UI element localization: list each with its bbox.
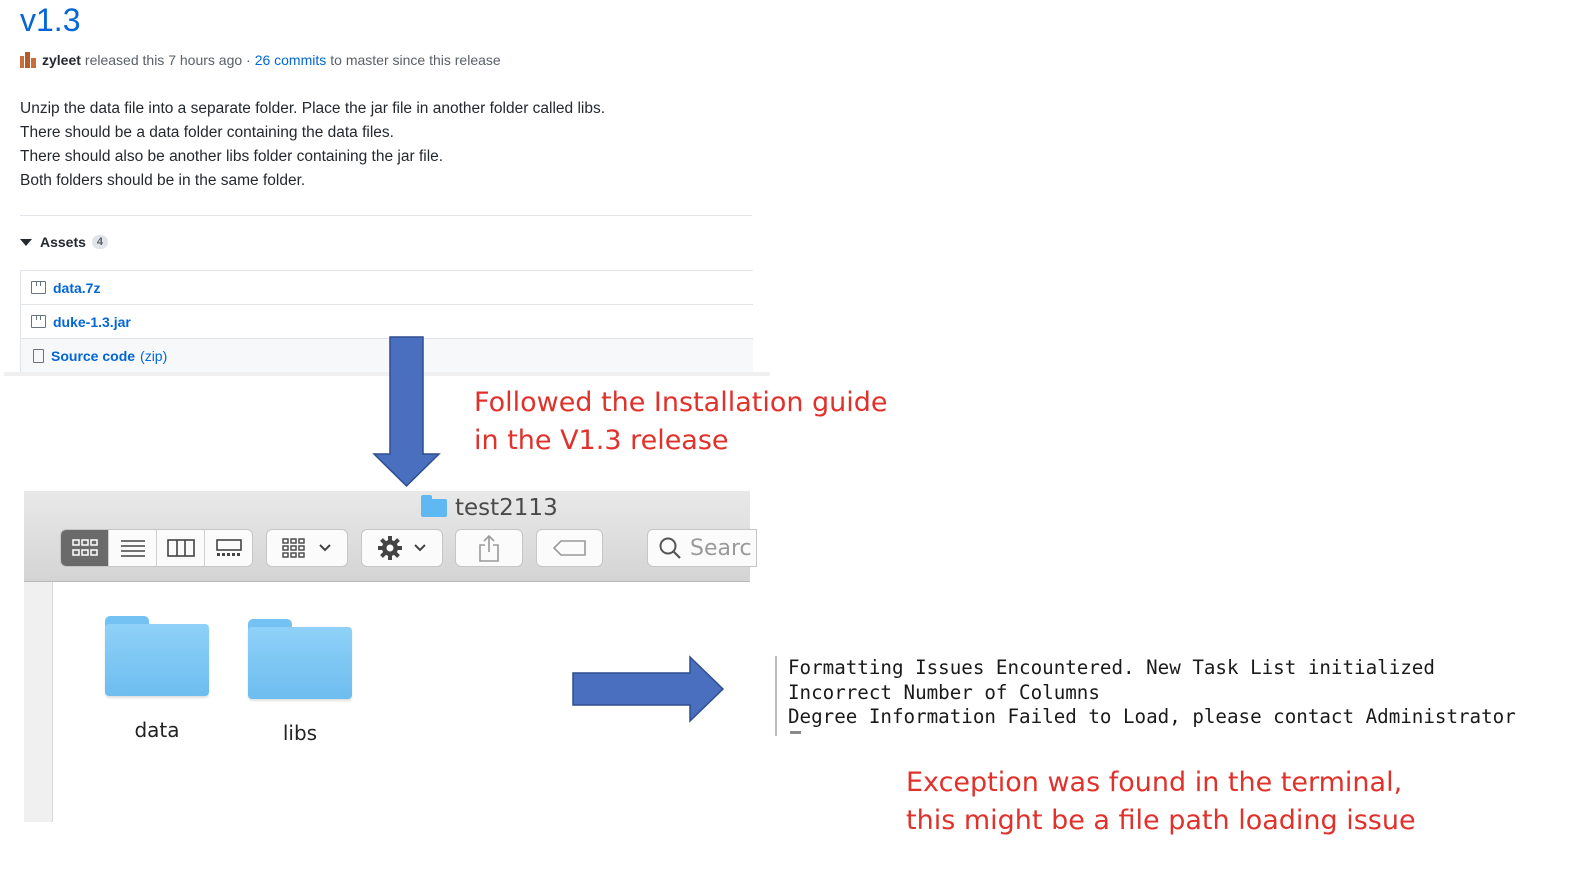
commits-link[interactable]: 26 commits xyxy=(255,52,327,68)
tag-icon xyxy=(552,540,586,556)
assets-count-badge: 4 xyxy=(91,235,109,249)
asset-suffix[interactable]: (zip) xyxy=(140,348,167,364)
folder-icon xyxy=(248,619,352,699)
release-panel: v1.3 zyleet released this 7 hours ago · … xyxy=(0,0,770,380)
gallery-view-button[interactable] xyxy=(205,530,252,566)
group-icon xyxy=(282,538,305,558)
commits-suffix: to master since this release xyxy=(330,52,501,68)
folder-icon xyxy=(105,616,209,696)
terminal-line: Incorrect Number of Columns xyxy=(788,680,1100,704)
folder-icon xyxy=(421,495,447,517)
search-icon xyxy=(659,537,681,559)
annotation-line: in the V1.3 release xyxy=(474,425,729,456)
window-title: test2113 xyxy=(421,495,558,521)
folder-item-libs[interactable]: libs xyxy=(248,619,352,745)
window-title-text: test2113 xyxy=(455,495,558,521)
list-view-button[interactable] xyxy=(109,530,157,566)
folder-label: libs xyxy=(282,721,318,745)
columns-icon xyxy=(166,539,195,557)
icon-view-button[interactable] xyxy=(61,530,109,566)
asset-link-source-code[interactable]: Source code xyxy=(51,348,135,364)
gallery-icon xyxy=(215,539,242,556)
assets-label: Assets xyxy=(40,234,86,250)
asset-link-duke-jar[interactable]: duke-1.3.jar xyxy=(53,314,131,330)
action-button[interactable] xyxy=(361,529,443,567)
package-icon xyxy=(31,315,46,328)
list-icon xyxy=(120,540,145,557)
asset-row: duke-1.3.jar xyxy=(21,305,753,339)
right-arrow-icon xyxy=(572,655,725,723)
asset-row: data.7z xyxy=(21,271,753,305)
release-meta: zyleet released this 7 hours ago · 26 co… xyxy=(20,52,501,68)
terminal-cursor xyxy=(790,731,801,734)
tags-button[interactable] xyxy=(536,529,603,567)
author-name[interactable]: zyleet xyxy=(42,52,81,68)
description-line: Unzip the data file into a separate fold… xyxy=(20,100,606,117)
chevron-down-icon xyxy=(319,544,331,552)
group-button[interactable] xyxy=(266,529,348,567)
search-field[interactable]: Searc xyxy=(647,529,757,567)
divider xyxy=(20,215,752,216)
description-line: There should be a data folder containing… xyxy=(20,124,394,141)
annotation-line: Followed the Installation guide xyxy=(474,387,888,418)
folder-item-data[interactable]: data xyxy=(105,616,209,742)
release-description: Unzip the data file into a separate fold… xyxy=(20,97,605,193)
gear-icon xyxy=(378,536,402,560)
finder-sidebar xyxy=(24,582,53,822)
description-line: Both folders should be in the same folde… xyxy=(20,172,306,189)
terminal-line: Degree Information Failed to Load, pleas… xyxy=(788,705,1516,728)
install-annotation: Followed the Installation guide in the V… xyxy=(474,384,888,460)
released-text: released this 7 hours ago · xyxy=(84,52,251,68)
view-mode-control xyxy=(60,529,253,567)
search-placeholder: Searc xyxy=(690,535,752,561)
folder-label: data xyxy=(134,718,180,742)
chevron-down-icon xyxy=(414,544,426,552)
share-icon xyxy=(479,534,499,562)
down-arrow-icon xyxy=(372,336,441,488)
release-title[interactable]: v1.3 xyxy=(20,2,80,39)
file-zip-icon xyxy=(33,348,44,363)
exception-annotation: Exception was found in the terminal, thi… xyxy=(906,764,1416,840)
annotation-line: Exception was found in the terminal, xyxy=(906,767,1403,798)
terminal-line: Formatting Issues Encountered. New Task … xyxy=(788,656,1435,679)
share-button[interactable] xyxy=(455,529,523,567)
column-view-button[interactable] xyxy=(157,530,205,566)
terminal-output: Formatting Issues Encountered. New Task … xyxy=(775,656,1594,736)
grid-icon xyxy=(71,539,98,556)
package-icon xyxy=(31,281,46,294)
asset-link-data-7z[interactable]: data.7z xyxy=(53,280,100,296)
annotation-line: this might be a file path loading issue xyxy=(906,805,1416,836)
author-avatar[interactable] xyxy=(20,52,36,68)
finder-toolbar: test2113 Searc xyxy=(24,491,757,582)
description-line: There should also be another libs folder… xyxy=(20,148,444,165)
triangle-down-icon xyxy=(20,238,32,246)
assets-toggle[interactable]: Assets 4 xyxy=(20,234,109,250)
